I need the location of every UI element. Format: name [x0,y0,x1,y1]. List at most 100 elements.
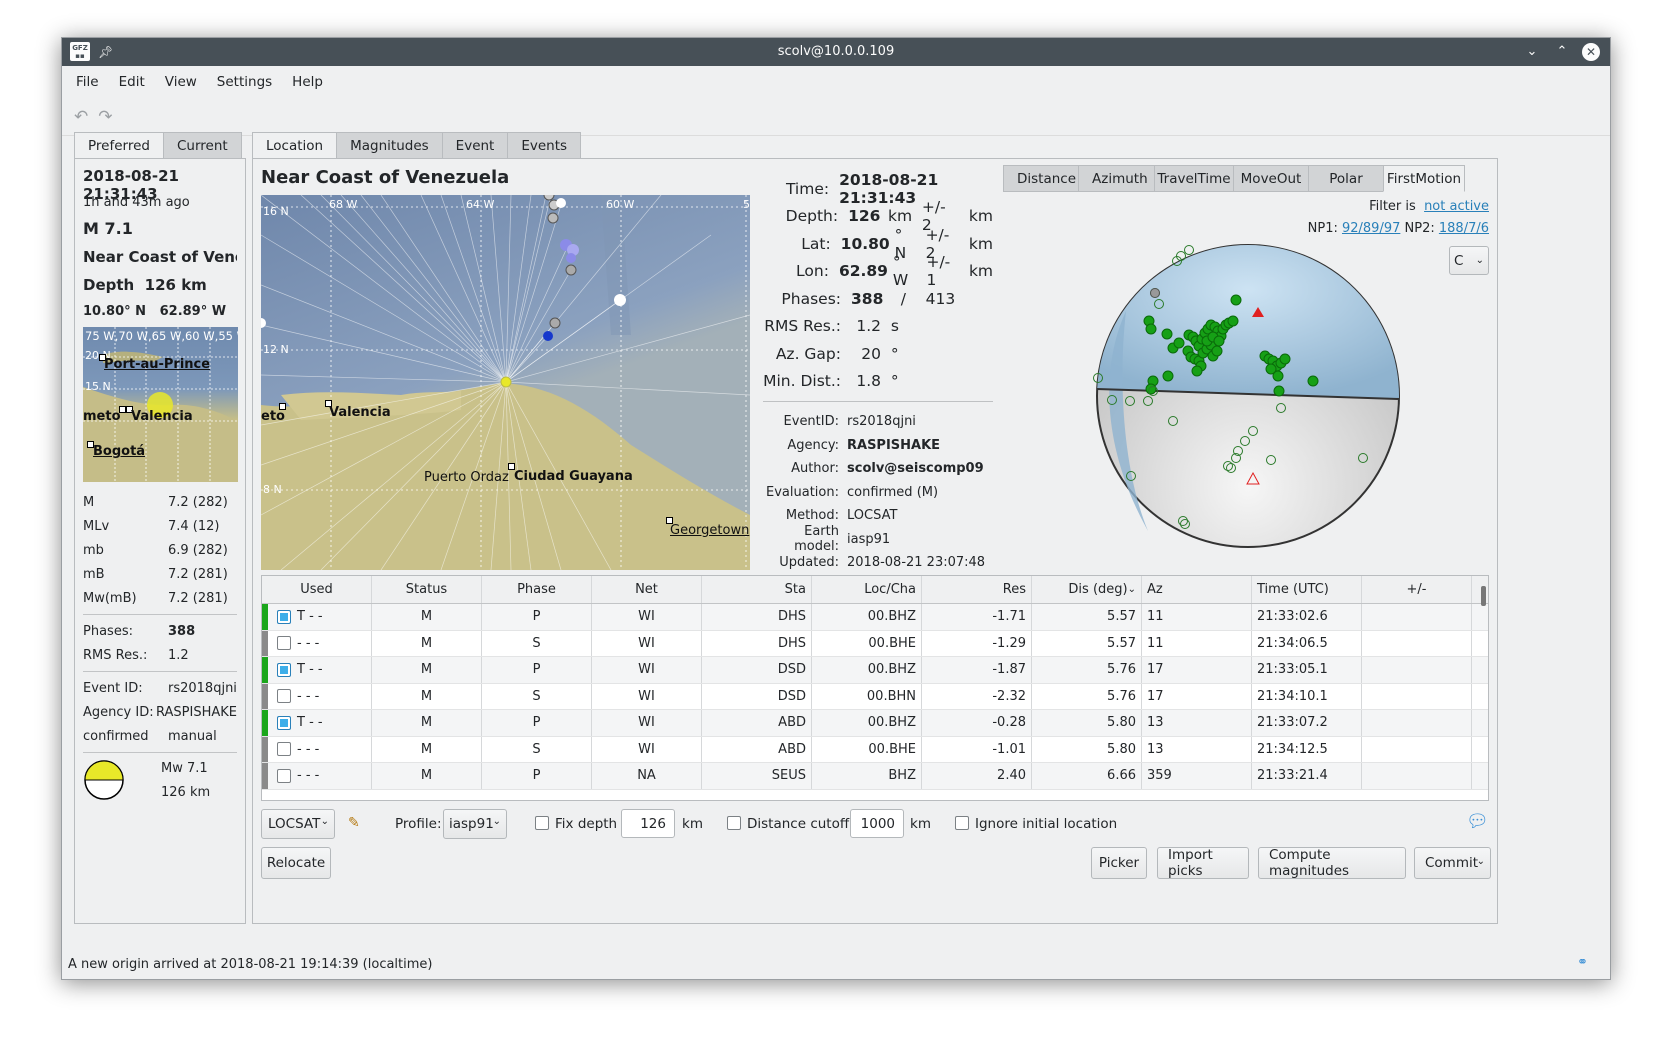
table-cell: 21:34:12.5 [1252,736,1362,762]
np1-link[interactable]: 92/89/97 [1342,221,1400,236]
column-header[interactable]: Used [262,576,372,603]
used-cell: - - - [262,763,372,789]
column-header[interactable]: Status [372,576,482,603]
table-row[interactable]: - - - M S WI ABD 00.BHE -1.01 5.80 13 21:34:12.5 [262,736,1488,763]
tab-azimuth[interactable]: Azimuth [1078,165,1155,192]
menu-bar: File Edit View Settings Help [62,66,1610,98]
column-header[interactable]: Phase [482,576,592,603]
compression-marker [1272,370,1284,382]
np1-label: NP1: [1307,221,1338,236]
detail-row: Evaluation: confirmed (M) [763,481,993,505]
column-header[interactable]: Dis (deg) ⌄ [1032,576,1142,603]
used-flags: - - - [297,688,320,704]
table-row[interactable]: - - - M S WI DHS 00.BHE -1.29 5.57 11 21:34:06.5 [262,630,1488,657]
column-header[interactable]: Sta [702,576,812,603]
depth-value: 126 [848,207,881,226]
table-cell: SEUS [702,763,812,789]
column-header[interactable]: Res [922,576,1032,603]
tab-event[interactable]: Event [441,132,509,159]
detail-row: Updated: 2018-08-21 23:07:48 [763,551,993,575]
map-lat-16: 16 N [263,205,289,218]
table-cell: WI [592,630,702,656]
wrench-icon[interactable]: ✎ [348,815,360,831]
distance-cutoff-checkbox[interactable] [727,816,741,830]
tab-moveout[interactable]: MoveOut [1233,165,1309,192]
city-label-eto: eto [261,409,285,424]
used-checkbox[interactable] [277,715,291,730]
menu-edit[interactable]: Edit [109,74,155,90]
import-picks-button[interactable]: Import picks [1157,847,1249,879]
column-header[interactable]: +/- [1362,576,1472,603]
picker-button[interactable]: Picker [1091,847,1147,879]
tab-polar[interactable]: Polar [1308,165,1384,192]
table-row[interactable]: T - - M P WI DHS 00.BHZ -1.71 5.57 11 21:33:02.6 [262,604,1488,631]
table-row[interactable]: T - - M P WI ABD 00.BHZ -0.28 5.80 13 21:33:07.2 [262,710,1488,737]
redo-icon[interactable]: ↷ [98,107,112,127]
table-cell: 5.57 [1032,630,1142,656]
table-cell: WI [592,683,702,709]
agency-id-value: RASPISHAKE [156,704,237,720]
menu-file[interactable]: File [66,74,109,90]
menu-help[interactable]: Help [282,74,333,90]
tab-events[interactable]: Events [507,132,582,159]
profile-combo[interactable]: iasp91 ⌄ [443,809,507,839]
tab-traveltime[interactable]: TravelTime [1154,165,1234,192]
menu-view[interactable]: View [155,74,207,90]
table-row[interactable]: - - - M S WI DSD 00.BHN -2.32 5.76 17 21:34:10.1 [262,683,1488,710]
cutoff-input[interactable]: 1000 [850,809,904,838]
np2-link[interactable]: 188/7/6 [1439,221,1489,236]
row-status-bar [262,657,268,683]
column-header[interactable]: Az [1142,576,1252,603]
used-checkbox[interactable] [277,636,291,651]
tab-distance[interactable]: Distance [1003,165,1079,192]
evaluation-status: confirmed [83,728,149,744]
tab-location[interactable]: Location [252,132,338,159]
firstmotion-plot[interactable] [1093,241,1403,551]
commit-button[interactable]: Commit ⌄ [1414,847,1491,879]
city-label-valencia: Valencia [329,405,391,420]
tab-firstmotion[interactable]: FirstMotion [1383,165,1465,192]
depth-input[interactable]: 126 [621,809,675,838]
column-header[interactable]: Net [592,576,702,603]
table-cell [1362,604,1472,630]
used-checkbox[interactable] [277,662,291,677]
component-combo[interactable]: C ⌄ [1449,246,1489,275]
column-header[interactable]: Time (UTC) [1252,576,1362,603]
city-label-port-au-prince: Port-au-Prince [104,357,211,372]
undo-icon[interactable]: ↶ [74,107,88,127]
relocate-button[interactable]: Relocate [261,847,331,879]
used-checkbox[interactable] [277,768,291,783]
detail-value: scolv@seiscomp09 [847,461,984,477]
table-row[interactable]: - - - M P NA SEUS BHZ 2.40 6.66 359 21:33:21.4 [262,763,1488,790]
lat-label: Lat: [801,234,831,253]
minimize-icon[interactable]: ⌄ [1522,42,1542,62]
fix-depth-checkbox[interactable] [535,816,549,830]
distance-cutoff-label: Distance cutoff [747,816,850,832]
menu-settings[interactable]: Settings [207,74,282,90]
chevron-down-icon: ⌄ [1476,856,1485,867]
compression-marker [1213,335,1225,347]
rms-value: 1.2 [168,647,189,663]
table-cell: ABD [702,710,812,736]
locator-combo[interactable]: LOCSAT ⌄ [261,809,335,839]
tab-magnitudes[interactable]: Magnitudes [336,132,443,159]
table-row[interactable]: T - - M P WI DSD 00.BHZ -1.87 5.76 17 21:33:05.1 [262,657,1488,684]
arrivals-table[interactable]: Used Status Phase Net Sta Loc/Cha Res Dis (deg)… [261,575,1489,801]
ignore-initial-checkbox[interactable] [955,816,969,830]
maximize-icon[interactable]: ⌃ [1552,42,1572,62]
close-icon[interactable]: ✕ [1582,43,1600,61]
filter-toggle-link[interactable]: not active [1424,199,1489,214]
tab-current[interactable]: Current [162,132,242,159]
chat-icon[interactable]: 💬︎ [1466,811,1489,832]
tab-preferred[interactable]: Preferred [74,132,164,159]
used-checkbox[interactable] [277,609,291,624]
scrollbar-handle[interactable] [1481,586,1486,606]
overview-map[interactable]: 75 W,70 W,65 W,60 W,55 W 20 N 15 N Port-… [83,327,238,482]
location-map[interactable]: 16 N 68 W 64 W 60 W 5 12 N 8 N eto Valen… [261,195,750,570]
used-checkbox[interactable] [277,742,291,757]
column-header[interactable]: Loc/Cha [812,576,922,603]
compute-magnitudes-button[interactable]: Compute magnitudes [1258,847,1406,879]
filter-label: Filter is [1369,199,1416,214]
used-checkbox[interactable] [277,689,291,704]
compression-marker [1227,315,1239,327]
